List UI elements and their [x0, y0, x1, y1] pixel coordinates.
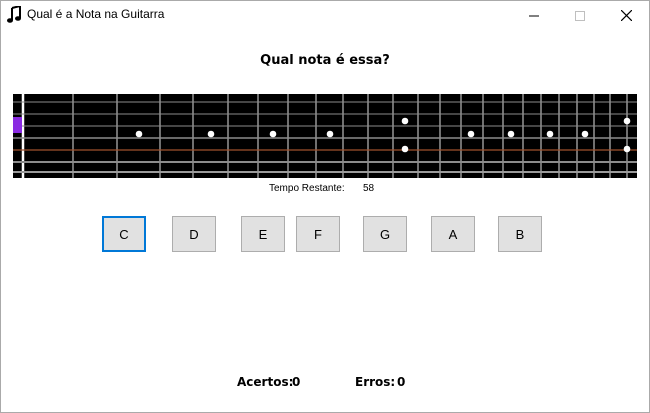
close-icon [620, 10, 632, 21]
note-button-d[interactable]: D [172, 216, 216, 252]
note-button-b[interactable]: B [498, 216, 542, 252]
maximize-icon [575, 10, 585, 21]
errors-value: 0 [397, 375, 406, 389]
current-note-marker [13, 117, 22, 133]
note-button-f[interactable]: F [296, 216, 340, 252]
note-button-a[interactable]: A [431, 216, 475, 252]
window-title: Qual é a Nota na Guitarra [27, 7, 165, 21]
question-heading: Qual nota é essa? [260, 53, 390, 68]
note-button-c[interactable]: C [102, 216, 146, 252]
note-button-g[interactable]: G [363, 216, 407, 252]
maximize-button[interactable] [557, 1, 603, 30]
minimize-button[interactable] [511, 1, 557, 30]
title-bar: Qual é a Nota na Guitarra [1, 1, 649, 30]
guitar-strings [13, 101, 637, 173]
hits-value: 0 [292, 375, 301, 389]
minimize-icon [529, 15, 539, 16]
time-remaining-value: 58 [363, 183, 375, 194]
app-window: Qual é a Nota na Guitarra Qual nota é es… [0, 0, 650, 413]
errors-label: Erros: [355, 375, 396, 389]
close-button[interactable] [603, 1, 649, 30]
guitar-fretboard[interactable] [13, 94, 637, 178]
note-button-e[interactable]: E [241, 216, 285, 252]
music-note-icon [7, 6, 21, 23]
fretboard-frets [21, 94, 628, 178]
time-remaining-label: Tempo Restante: [269, 183, 345, 194]
hits-label: Acertos: [237, 375, 294, 389]
fret-position-dots [135, 117, 631, 153]
